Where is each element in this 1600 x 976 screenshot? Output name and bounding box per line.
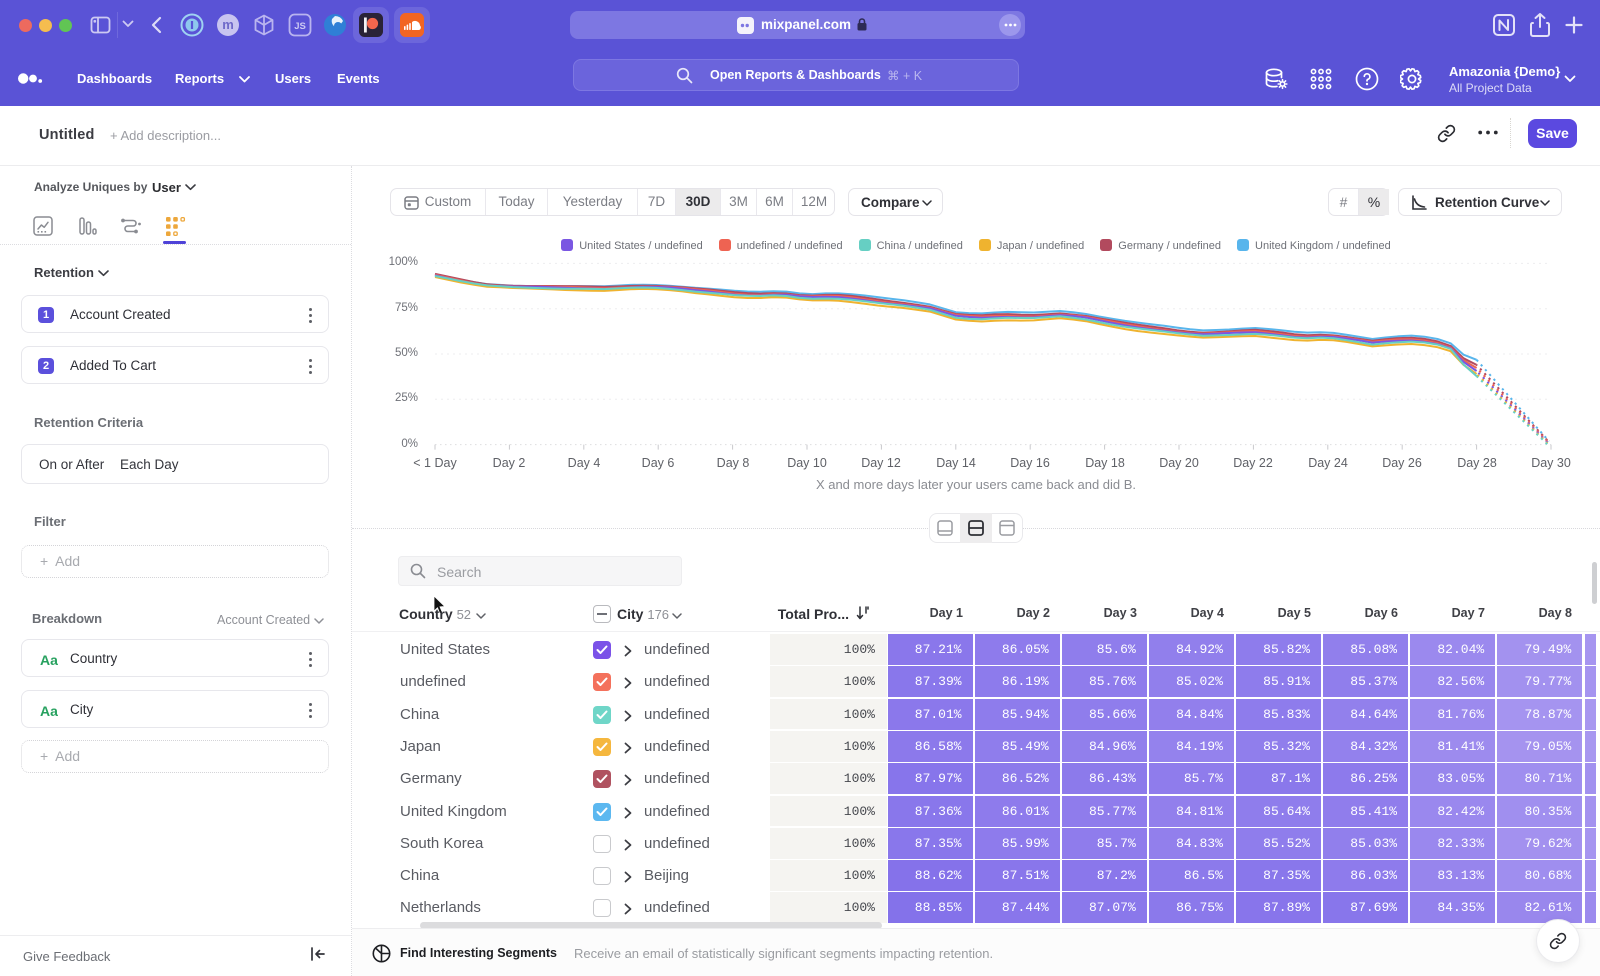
svg-text:JS: JS	[294, 21, 306, 32]
